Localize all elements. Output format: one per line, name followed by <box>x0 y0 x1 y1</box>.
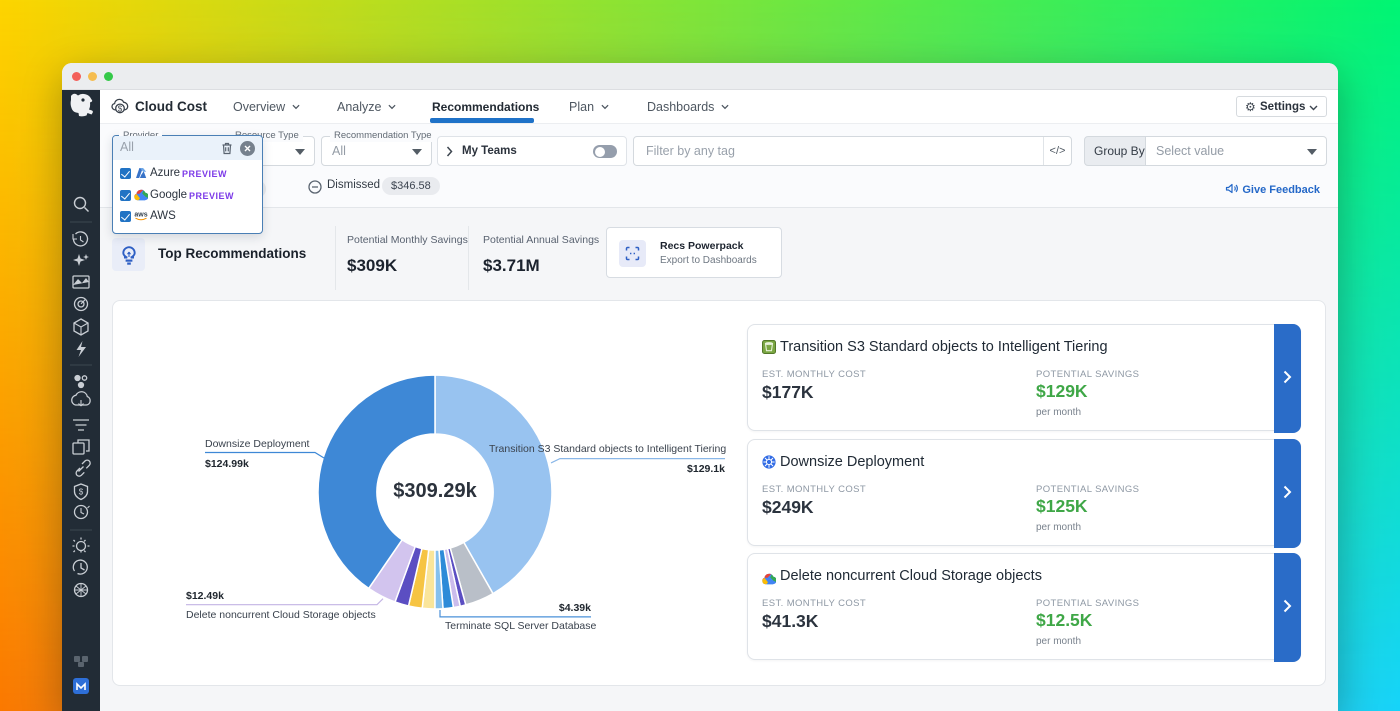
svg-text:$: $ <box>118 104 123 113</box>
svg-text:aws: aws <box>134 212 147 219</box>
svg-text:$: $ <box>79 488 84 497</box>
